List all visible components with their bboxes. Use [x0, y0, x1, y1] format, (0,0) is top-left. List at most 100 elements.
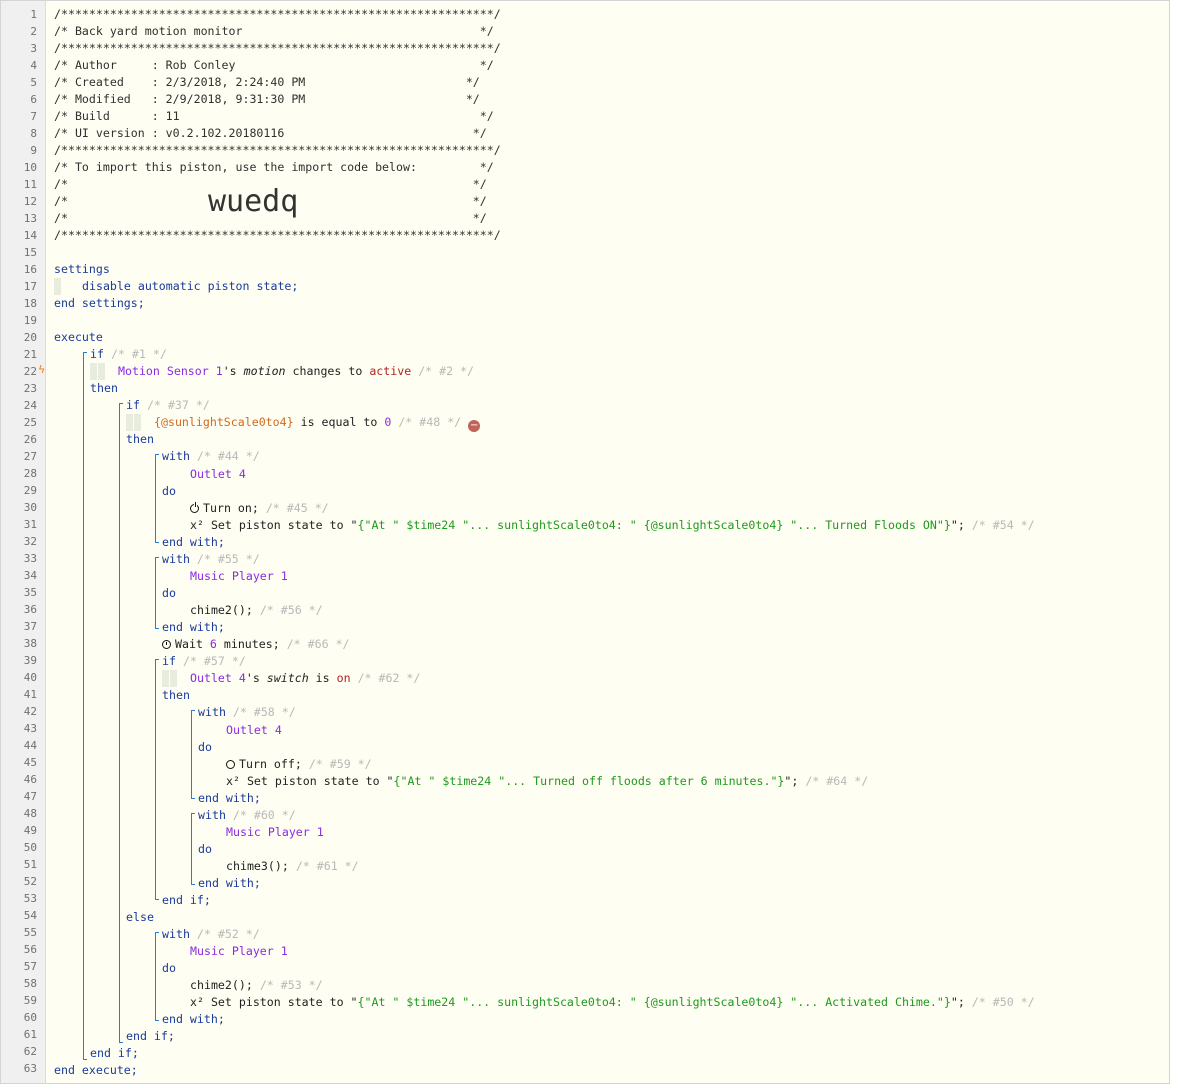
with-statement[interactable]: with /* #60 */ — [198, 807, 296, 824]
line-number: 36 — [23, 603, 37, 616]
line-number: 58 — [23, 977, 37, 990]
do-keyword[interactable]: do — [198, 841, 212, 858]
line-number: 8 — [30, 127, 37, 140]
end-with-keyword[interactable]: end with; — [198, 875, 261, 892]
if-statement[interactable]: if /* #57 */ — [162, 653, 246, 670]
line-number: 3 — [30, 42, 37, 55]
import-code[interactable]: wuedq — [208, 185, 298, 219]
line-number: 17 — [23, 280, 37, 293]
block-guide — [155, 557, 156, 629]
task-turn-off[interactable]: Turn off; /* #59 */ — [226, 756, 372, 773]
end-execute-keyword[interactable]: end execute; — [54, 1062, 138, 1079]
condition[interactable]: {@sunlightScale0to4} is equal to 0 /* #4… — [154, 414, 481, 432]
if-statement[interactable]: if /* #37 */ — [126, 397, 210, 414]
line-number: 21 — [23, 348, 37, 361]
line-number: 27 — [23, 450, 37, 463]
line-number: 25 — [23, 416, 37, 429]
task-turn-on[interactable]: Turn on; /* #45 */ — [190, 500, 329, 517]
do-keyword[interactable]: do — [162, 483, 176, 500]
with-statement[interactable]: with /* #44 */ — [162, 448, 260, 465]
line-number: 33 — [23, 552, 37, 565]
with-statement[interactable]: with /* #52 */ — [162, 926, 260, 943]
device-music-player-1[interactable]: Music Player 1 — [190, 943, 288, 960]
device-outlet-4[interactable]: Outlet 4 — [190, 466, 246, 483]
indent-block — [126, 414, 133, 431]
line-number: 10 — [23, 161, 37, 174]
line-number: 37 — [23, 620, 37, 633]
do-keyword[interactable]: do — [198, 739, 212, 756]
task-chime2[interactable]: chime2(); /* #56 */ — [190, 602, 323, 619]
block-guide-tick — [83, 1059, 87, 1060]
disable-condition-icon[interactable]: − — [468, 420, 481, 432]
header-created: /* Created : 2/3/2018, 2:24:40 PM */ — [54, 75, 480, 89]
header-import-note: /* To import this piston, use the import… — [54, 160, 494, 174]
line-number: 20 — [23, 331, 37, 344]
line-number: 42 — [23, 705, 37, 718]
line-number: 38 — [23, 637, 37, 650]
end-with-keyword[interactable]: end with; — [162, 619, 225, 636]
line-number: 13 — [23, 212, 37, 225]
do-keyword[interactable]: do — [162, 960, 176, 977]
task-set-state[interactable]: x² Set piston state to "{"At " $time24 "… — [190, 517, 1035, 534]
settings-statement[interactable]: disable automatic piston state; — [82, 278, 298, 295]
line-number: 12 — [23, 195, 37, 208]
line-number: 48 — [23, 807, 37, 820]
line-number: 5 — [30, 76, 37, 89]
task-chime2[interactable]: chime2(); /* #53 */ — [190, 977, 323, 994]
then-keyword[interactable]: then — [126, 431, 154, 448]
block-guide-tick — [191, 710, 195, 711]
line-number: 49 — [23, 824, 37, 837]
end-with-keyword[interactable]: end with; — [162, 1011, 225, 1028]
if-statement[interactable]: if /* #1 */ — [90, 346, 167, 363]
line-number: 4 — [30, 59, 37, 72]
line-number: 2 — [30, 25, 37, 38]
block-guide — [155, 454, 156, 543]
end-settings-keyword[interactable]: end settings; — [54, 295, 145, 312]
line-number: 39 — [23, 654, 37, 667]
block-guide-tick — [191, 798, 195, 799]
end-if-keyword[interactable]: end if; — [126, 1028, 175, 1045]
block-guide-tick — [155, 899, 159, 900]
with-statement[interactable]: with /* #58 */ — [198, 704, 296, 721]
line-number: 53 — [23, 892, 37, 905]
settings-keyword[interactable]: settings — [54, 261, 110, 278]
with-statement[interactable]: with /* #55 */ — [162, 551, 260, 568]
block-guide-tick — [191, 884, 195, 885]
line-number: 61 — [23, 1028, 37, 1041]
header-ui-version: /* UI version : v0.2.102.20180116 */ — [54, 126, 487, 140]
wait-statement[interactable]: Wait 6 minutes; /* #66 */ — [162, 636, 350, 653]
end-with-keyword[interactable]: end with; — [198, 790, 261, 807]
indent-block — [54, 278, 61, 295]
line-number: 29 — [23, 484, 37, 497]
device-outlet-4[interactable]: Outlet 4 — [226, 722, 282, 739]
line-number: 43 — [23, 722, 37, 735]
device-music-player-1[interactable]: Music Player 1 — [190, 568, 288, 585]
indent-block — [90, 363, 97, 380]
indent-block — [162, 670, 169, 687]
line-number: 30 — [23, 501, 37, 514]
end-if-keyword[interactable]: end if; — [90, 1045, 139, 1062]
trigger-condition[interactable]: Motion Sensor 1's motion changes to acti… — [118, 363, 474, 380]
line-number: 6 — [30, 93, 37, 106]
task-set-state[interactable]: x² Set piston state to "{"At " $time24 "… — [190, 994, 1035, 1011]
if-keyword: if — [90, 347, 104, 361]
then-keyword[interactable]: then — [90, 380, 118, 397]
then-keyword[interactable]: then — [162, 687, 190, 704]
do-keyword[interactable]: do — [162, 585, 176, 602]
line-number: 1 — [30, 8, 37, 21]
end-with-keyword[interactable]: end with; — [162, 534, 225, 551]
else-keyword[interactable]: else — [126, 909, 154, 926]
line-number: 19 — [23, 314, 37, 327]
condition[interactable]: Outlet 4's switch is on /* #62 */ — [190, 670, 420, 687]
line-number: 54 — [23, 909, 37, 922]
power-off-icon — [226, 760, 235, 769]
execute-keyword[interactable]: execute — [54, 329, 103, 346]
variable: {@sunlightScale0to4} — [154, 415, 294, 429]
task-set-state[interactable]: x² Set piston state to "{"At " $time24 "… — [226, 773, 868, 790]
block-guide-tick — [155, 454, 159, 455]
device-music-player-1[interactable]: Music Player 1 — [226, 824, 324, 841]
end-if-keyword[interactable]: end if; — [162, 892, 211, 909]
block-guide-tick — [191, 813, 195, 814]
task-chime3[interactable]: chime3(); /* #61 */ — [226, 858, 359, 875]
header-border: /***************************************… — [54, 143, 501, 157]
